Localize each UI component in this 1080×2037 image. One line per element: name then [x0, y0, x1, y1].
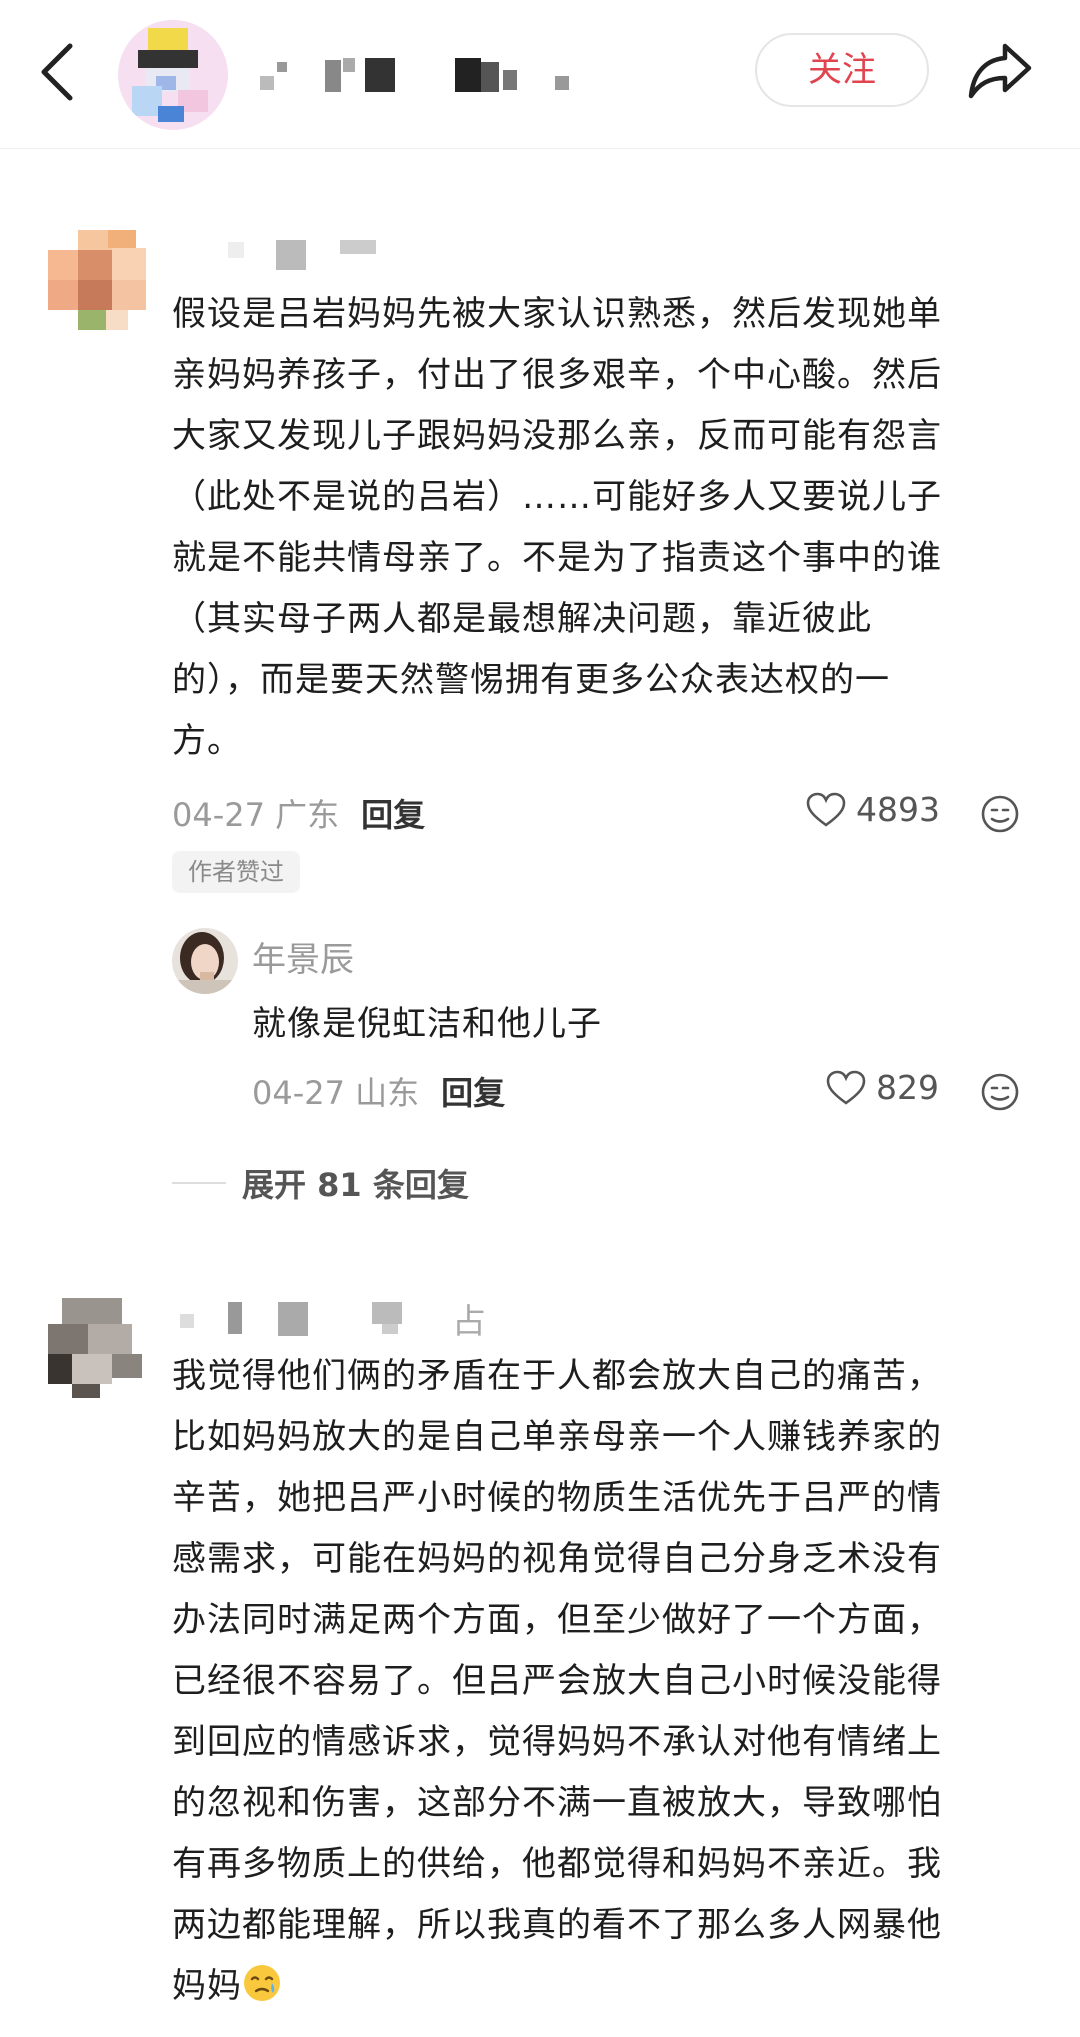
- heart-icon: [806, 792, 846, 827]
- reply-button[interactable]: 回复: [441, 1074, 505, 1112]
- commenter-avatar[interactable]: [48, 230, 148, 330]
- like-button[interactable]: 4893: [806, 790, 940, 829]
- comment-meta: 04-27 广东 回复: [172, 790, 425, 836]
- comment-date-location: 04-27 广东: [172, 796, 340, 834]
- commenter-name-partial: 占: [452, 1302, 486, 1342]
- reply-avatar-image: [172, 928, 238, 994]
- reply-avatar[interactable]: [172, 928, 238, 994]
- top-bar: 关注: [0, 0, 1080, 149]
- like-count: 829: [876, 1068, 939, 1107]
- commenter-avatar[interactable]: [48, 1298, 148, 1398]
- reply-date-location: 04-27 山东: [252, 1074, 420, 1112]
- share-icon[interactable]: [965, 38, 1035, 102]
- back-icon[interactable]: [36, 40, 80, 104]
- divider-line: [172, 1182, 226, 1184]
- like-button[interactable]: 829: [826, 1068, 939, 1107]
- author-avatar[interactable]: [118, 20, 228, 130]
- follow-button[interactable]: 关注: [755, 33, 929, 107]
- heart-icon: [826, 1070, 866, 1105]
- author-name-pixelated: [260, 58, 569, 92]
- commenter-name-pixelated: [180, 1302, 402, 1336]
- reply-button[interactable]: 回复: [361, 796, 425, 834]
- reply-meta: 04-27 山东 回复: [252, 1068, 505, 1114]
- pixelated-avatar-image: [48, 1298, 148, 1398]
- emoji-reply-icon[interactable]: [980, 794, 1020, 834]
- comment-text: 假设是吕岩妈妈先被大家认识熟悉，然后发现她单 亲妈妈养孩子，付出了很多艰辛，个中…: [172, 294, 942, 761]
- author-liked-badge: 作者赞过: [172, 851, 300, 893]
- like-count: 4893: [856, 790, 940, 829]
- pixelated-avatar-image: [48, 230, 148, 330]
- reply-author-name[interactable]: 年景辰: [252, 932, 354, 981]
- reply-text: 就像是倪虹洁和他儿子: [252, 1004, 602, 1044]
- comment-text: 我觉得他们俩的矛盾在于人都会放大自己的痛苦， 比如妈妈放大的是自己单亲母亲一个人…: [172, 1356, 942, 2006]
- crying-face-icon: [244, 1965, 280, 2001]
- expand-replies-button[interactable]: 展开 81 条回复: [172, 1160, 469, 1206]
- commenter-name-pixelated: [228, 240, 376, 270]
- emoji-reply-icon[interactable]: [980, 1072, 1020, 1112]
- expand-replies-label: 展开 81 条回复: [242, 1166, 469, 1204]
- pixelated-avatar-image: [118, 20, 228, 130]
